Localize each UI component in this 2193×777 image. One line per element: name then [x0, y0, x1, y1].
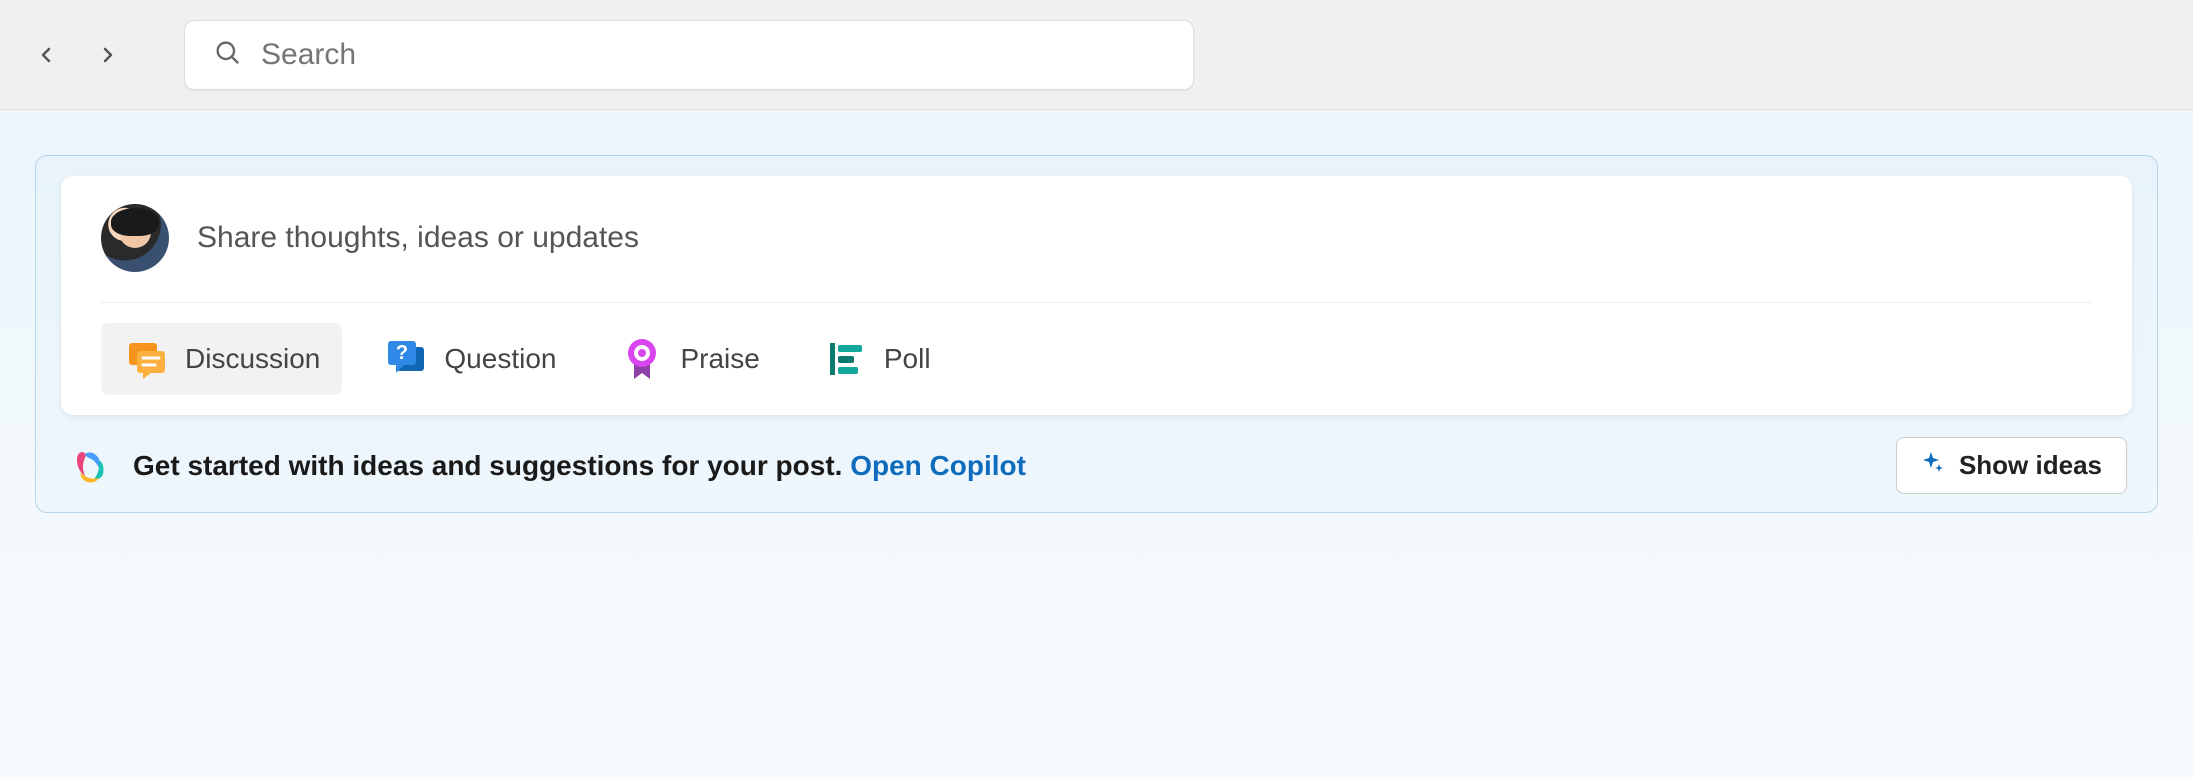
- post-type-tabs: Discussion ? Question: [101, 303, 2092, 395]
- svg-text:?: ?: [396, 342, 408, 364]
- post-type-praise[interactable]: Praise: [596, 323, 781, 395]
- search-box[interactable]: [184, 20, 1194, 90]
- copilot-prompt: Get started with ideas and suggestions f…: [71, 446, 1026, 486]
- post-type-label: Question: [444, 343, 556, 375]
- show-ideas-button[interactable]: Show ideas: [1896, 437, 2127, 494]
- post-type-poll[interactable]: Poll: [800, 323, 953, 395]
- sparkle-icon: [1921, 450, 1945, 481]
- compose-placeholder: Share thoughts, ideas or updates: [197, 221, 639, 255]
- copilot-prompt-text: Get started with ideas and suggestions f…: [133, 450, 850, 481]
- nav-back-button[interactable]: [30, 39, 62, 71]
- question-icon: ?: [382, 335, 430, 383]
- copilot-logo-icon: [71, 446, 111, 486]
- composer-card: Share thoughts, ideas or updates Discuss…: [61, 176, 2132, 415]
- copilot-text: Get started with ideas and suggestions f…: [133, 450, 1026, 482]
- composer-wrapper: Share thoughts, ideas or updates Discuss…: [35, 155, 2158, 513]
- open-copilot-link[interactable]: Open Copilot: [850, 450, 1026, 481]
- post-type-label: Discussion: [185, 343, 320, 375]
- nav-arrows: [20, 39, 124, 71]
- discussion-icon: [123, 335, 171, 383]
- poll-icon: [822, 335, 870, 383]
- search-icon: [213, 38, 241, 71]
- post-type-label: Praise: [680, 343, 759, 375]
- search-input[interactable]: [261, 38, 1165, 72]
- chevron-left-icon: [34, 43, 58, 67]
- content-area: Share thoughts, ideas or updates Discuss…: [0, 110, 2193, 777]
- chevron-right-icon: [96, 43, 120, 67]
- nav-forward-button[interactable]: [92, 39, 124, 71]
- praise-icon: [618, 335, 666, 383]
- post-type-question[interactable]: ? Question: [360, 323, 578, 395]
- avatar: [101, 204, 169, 272]
- header-bar: [0, 0, 2193, 110]
- copilot-row: Get started with ideas and suggestions f…: [61, 415, 2132, 494]
- show-ideas-label: Show ideas: [1959, 450, 2102, 481]
- post-type-discussion[interactable]: Discussion: [101, 323, 342, 395]
- compose-input-row[interactable]: Share thoughts, ideas or updates: [101, 204, 2092, 303]
- post-type-label: Poll: [884, 343, 931, 375]
